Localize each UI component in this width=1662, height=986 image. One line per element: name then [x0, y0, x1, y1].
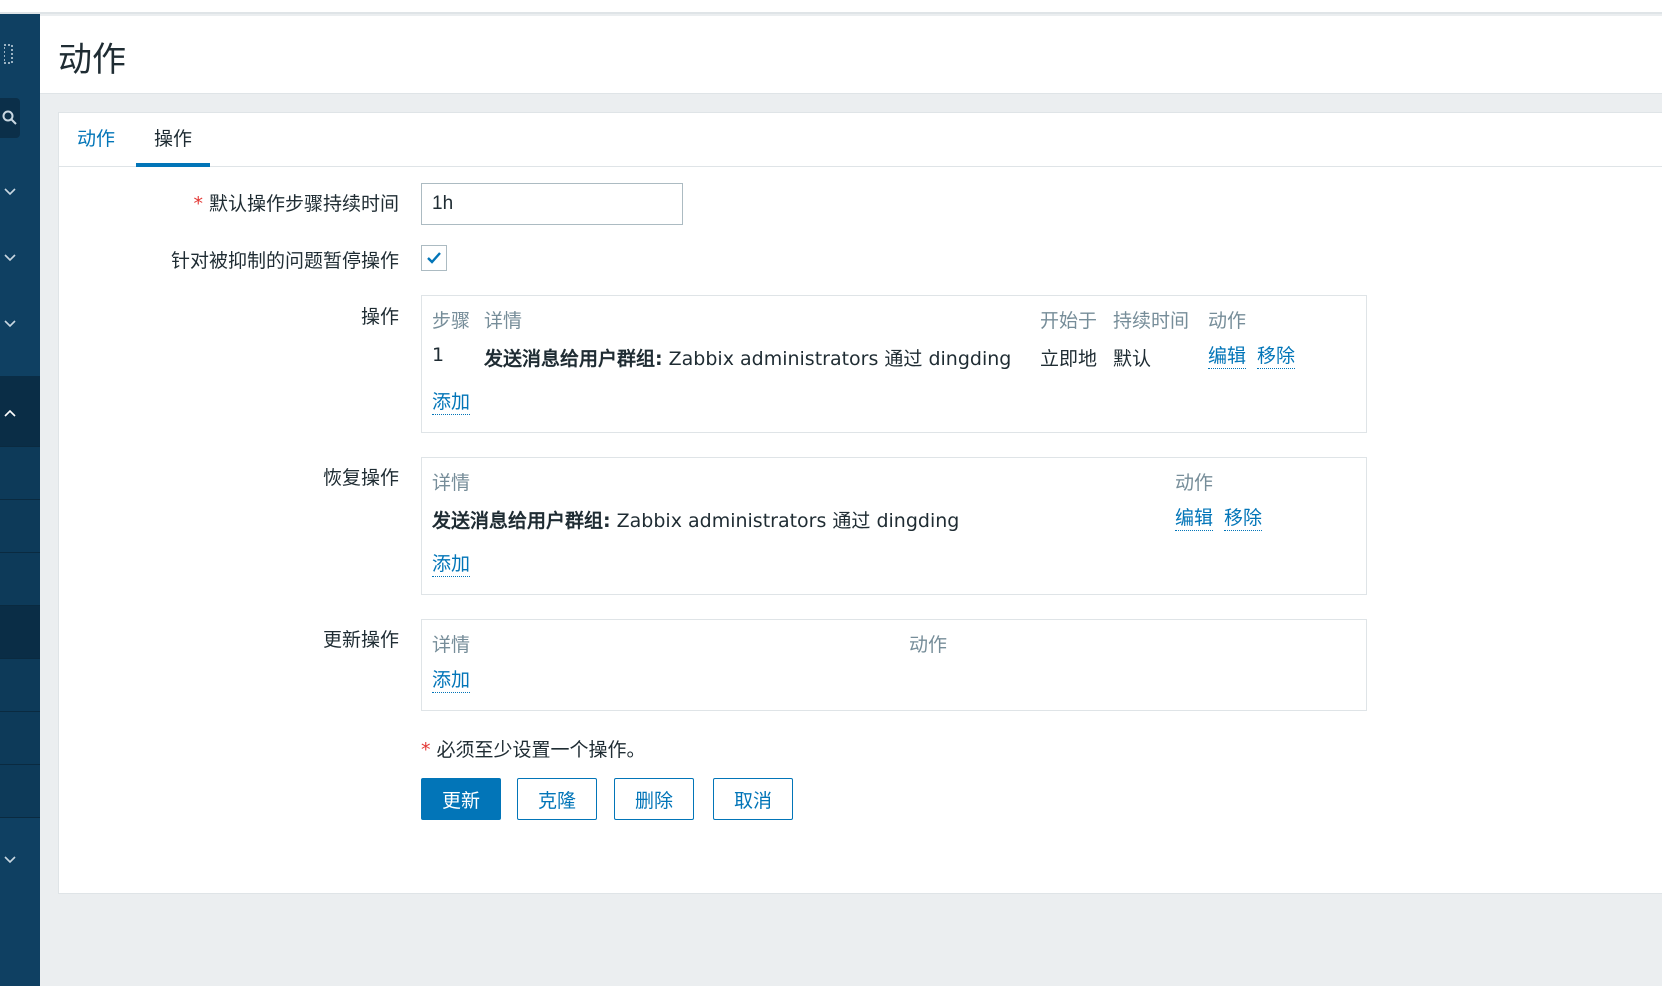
required-asterisk: *: [421, 739, 431, 761]
recovery-table: 详情 动作 发送消息给用户群组: Zabbix administrators 通…: [421, 457, 1367, 595]
operations-label: 操作: [360, 306, 399, 328]
col-details: 详情: [484, 310, 523, 332]
sidebar-divider: [0, 817, 40, 818]
update-table: 详情 动作 添加: [421, 619, 1367, 711]
col-start: 开始于: [1040, 310, 1098, 332]
chevron-down-icon[interactable]: [0, 314, 40, 334]
chevron-down-icon[interactable]: [0, 182, 40, 202]
recovery-details-type: 发送消息给用户群组:: [432, 510, 611, 532]
sidebar-subitem-selected[interactable]: [0, 605, 40, 658]
delete-button[interactable]: 删除: [614, 778, 694, 820]
recovery-add-link[interactable]: 添加: [432, 552, 471, 577]
col-action: 动作: [1175, 472, 1214, 494]
sidebar-subitem[interactable]: [0, 446, 40, 499]
update-button[interactable]: 更新: [421, 778, 501, 820]
sidebar-subitem[interactable]: [0, 499, 40, 552]
sidebar-subitem[interactable]: [0, 658, 40, 711]
logo-icon[interactable]: [0, 42, 40, 66]
update-label: 更新操作: [322, 629, 399, 651]
col-step: 步骤: [432, 310, 471, 332]
pause-suppressed-label: 针对被抑制的问题暂停操作: [170, 250, 399, 272]
page-header: 动作: [40, 16, 1662, 94]
op-details-type: 发送消息给用户群组:: [484, 348, 663, 370]
col-action: 动作: [1208, 310, 1247, 332]
recovery-remove-link[interactable]: 移除: [1224, 506, 1263, 531]
op-edit-link[interactable]: 编辑: [1208, 344, 1247, 369]
required-asterisk: *: [193, 193, 203, 215]
sidebar-subitem[interactable]: [0, 764, 40, 817]
tab-action[interactable]: 动作: [59, 125, 133, 167]
sidebar-subitem[interactable]: [0, 552, 40, 605]
check-icon: [427, 252, 441, 264]
operations-table: 步骤 详情 开始于 持续时间 动作 1 发送消息给用户群组: Zabbix ad…: [421, 295, 1367, 433]
recovery-details-target: Zabbix administrators 通过 dingding: [610, 510, 960, 532]
update-add-link[interactable]: 添加: [432, 668, 471, 693]
required-note-text: 必须至少设置一个操作。: [436, 739, 646, 761]
sidebar-section-active[interactable]: [0, 376, 40, 446]
default-duration-input[interactable]: [421, 183, 683, 225]
recovery-label: 恢复操作: [322, 467, 399, 489]
recovery-details: 发送消息给用户群组: Zabbix administrators 通过 ding…: [432, 506, 959, 533]
tab-operations[interactable]: 操作: [136, 125, 211, 167]
op-duration: 默认: [1113, 348, 1152, 370]
search-icon[interactable]: [0, 98, 20, 138]
op-step: 1: [432, 344, 445, 366]
col-details: 详情: [432, 634, 471, 656]
page-title: 动作: [58, 40, 126, 80]
chevron-down-icon[interactable]: [0, 850, 40, 870]
pause-suppressed-checkbox[interactable]: [421, 245, 447, 271]
op-details: 发送消息给用户群组: Zabbix administrators 通过 ding…: [484, 344, 1011, 371]
clone-button[interactable]: 克隆: [517, 778, 597, 820]
chevron-up-icon: [4, 402, 16, 421]
recovery-edit-link[interactable]: 编辑: [1175, 506, 1214, 531]
form-panel: 动作 操作 *默认操作步骤持续时间 针对被抑制的问题暂停操作 操作 步骤 详情 …: [58, 112, 1662, 894]
col-duration: 持续时间: [1113, 310, 1190, 332]
sidebar: [0, 14, 40, 986]
tab-bar: 动作 操作: [59, 113, 1662, 167]
op-remove-link[interactable]: 移除: [1257, 344, 1296, 369]
sidebar-subitem[interactable]: [0, 711, 40, 764]
op-add-link[interactable]: 添加: [432, 390, 471, 415]
cancel-button[interactable]: 取消: [713, 778, 793, 820]
chevron-down-icon[interactable]: [0, 248, 40, 268]
default-duration-label-text: 默认操作步骤持续时间: [208, 193, 399, 215]
col-details: 详情: [432, 472, 471, 494]
op-start: 立即地: [1040, 348, 1098, 370]
top-strip: [0, 0, 1662, 14]
op-details-target: Zabbix administrators 通过 dingding: [662, 348, 1012, 370]
default-duration-label: * 默认操作步骤持续时间: [59, 189, 399, 216]
required-note: * 必须至少设置一个操作。: [421, 735, 646, 762]
col-action: 动作: [909, 634, 948, 656]
